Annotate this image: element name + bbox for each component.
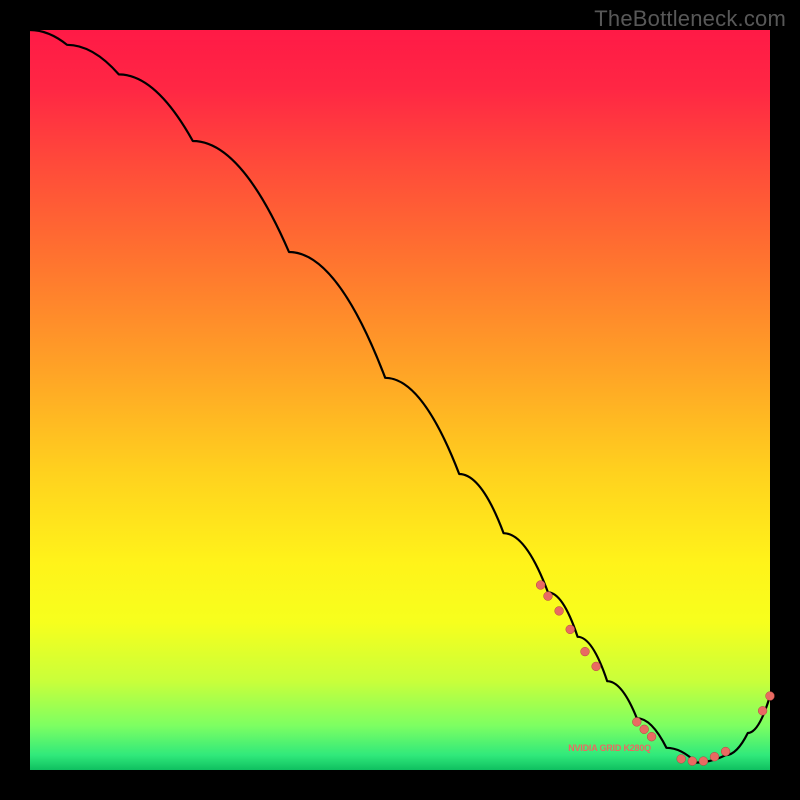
marker-dot <box>688 757 697 766</box>
marker-dot <box>632 718 641 727</box>
marker-dot <box>592 662 601 671</box>
optimal-gpu-label: NVIDIA GRID K280Q <box>568 743 651 753</box>
plot-area: NVIDIA GRID K280Q <box>30 30 770 770</box>
watermark-text: TheBottleneck.com <box>594 6 786 32</box>
marker-dot <box>710 752 719 761</box>
marker-dot <box>758 706 767 715</box>
marker-dot <box>544 592 553 601</box>
chart-frame: TheBottleneck.com NVIDIA GRID K280Q <box>0 0 800 800</box>
marker-dot <box>581 647 590 656</box>
highlight-dots <box>536 581 774 766</box>
marker-dot <box>677 755 686 764</box>
marker-dot <box>536 581 545 590</box>
marker-dot <box>566 625 575 634</box>
bottleneck-curve <box>30 30 770 763</box>
marker-dot <box>699 757 708 766</box>
marker-dot <box>555 607 564 616</box>
marker-dot <box>647 732 656 741</box>
marker-dot <box>721 747 730 756</box>
marker-dot <box>766 692 775 701</box>
marker-dot <box>640 725 649 734</box>
chart-overlay: NVIDIA GRID K280Q <box>30 30 770 770</box>
